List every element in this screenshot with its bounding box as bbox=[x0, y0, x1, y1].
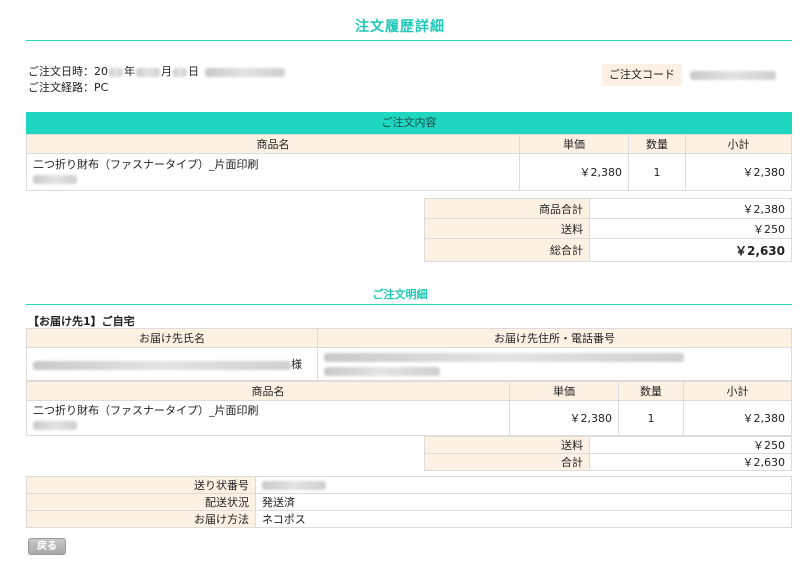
shipping-row: 送料 ￥250 bbox=[424, 436, 792, 454]
redacted-text bbox=[262, 481, 326, 490]
total-value: ￥2,630 bbox=[589, 453, 792, 471]
total-row: 合計 ￥2,630 bbox=[424, 453, 792, 471]
order-items-table: 商品名 単価 数量 小計 二つ折り財布（ファスナータイプ）_片面印刷 ￥2,38… bbox=[26, 134, 792, 191]
detail-divider bbox=[26, 304, 792, 305]
destination-label: 【お届け先1】ご自宅 bbox=[28, 315, 135, 328]
col-quantity: 数量 bbox=[618, 381, 684, 401]
goods-total-row: 商品合計 ￥2,380 bbox=[424, 198, 792, 219]
title-divider bbox=[26, 40, 792, 41]
shipping-label: 送料 bbox=[424, 436, 590, 454]
month-label: 月 bbox=[161, 65, 172, 78]
col-unit-price: 単価 bbox=[519, 134, 629, 154]
unit-price: ￥2,380 bbox=[509, 400, 619, 436]
col-recipient-name: お届け先氏名 bbox=[26, 328, 318, 348]
goods-total-label: 商品合計 bbox=[424, 198, 590, 219]
order-date: ご注文日時：20 年 月 日 bbox=[28, 64, 285, 80]
table-row: 二つ折り財布（ファスナータイプ）_片面印刷 ￥2,380 1 ￥2,380 bbox=[26, 400, 792, 436]
status-label: 配送状況 bbox=[26, 493, 256, 511]
col-quantity: 数量 bbox=[628, 134, 686, 154]
redacted-text bbox=[205, 67, 285, 77]
order-contents-header: ご注文内容 bbox=[26, 112, 792, 134]
order-meta: ご注文日時：20 年 月 日 ご注文経路：PC bbox=[28, 64, 285, 96]
order-route: ご注文経路：PC bbox=[28, 81, 109, 94]
shipping-row: 送料 ￥250 bbox=[424, 218, 792, 239]
order-code-label: ご注文コード bbox=[602, 64, 682, 86]
status-row: 配送状況 発送済 bbox=[26, 493, 792, 511]
year-label: 年 bbox=[124, 65, 135, 78]
goods-total-value: ￥2,380 bbox=[589, 198, 792, 219]
col-recipient-address: お届け先住所・電話番号 bbox=[317, 328, 792, 348]
unit-price: ￥2,380 bbox=[519, 153, 629, 191]
subtotal: ￥2,380 bbox=[683, 400, 792, 436]
redacted-text bbox=[109, 67, 123, 77]
grand-total-row: 総合計 ￥2,630 bbox=[424, 238, 792, 262]
redacted-text bbox=[33, 420, 77, 430]
order-date-label: ご注文日時：20 bbox=[28, 65, 108, 78]
redacted-text bbox=[33, 174, 77, 184]
col-unit-price: 単価 bbox=[509, 381, 619, 401]
status-value: 発送済 bbox=[255, 493, 792, 511]
method-value: ネコポス bbox=[255, 510, 792, 528]
shipping-value: ￥250 bbox=[589, 436, 792, 454]
order-totals-table: 商品合計 ￥2,380 送料 ￥250 総合計 ￥2,630 bbox=[424, 198, 792, 262]
honorific: 様 bbox=[291, 358, 302, 371]
destination-table: お届け先氏名 お届け先住所・電話番号 様 bbox=[26, 328, 792, 381]
tracking-label: 送り状番号 bbox=[26, 476, 256, 494]
table-row: 様 bbox=[26, 347, 792, 381]
redacted-text bbox=[173, 67, 187, 77]
product-name: 二つ折り財布（ファスナータイプ）_片面印刷 bbox=[33, 404, 259, 417]
subtotal: ￥2,380 bbox=[685, 153, 792, 191]
method-label: お届け方法 bbox=[26, 510, 256, 528]
back-button[interactable]: 戻る bbox=[28, 538, 66, 555]
quantity: 1 bbox=[618, 400, 684, 436]
order-code-value bbox=[682, 64, 792, 86]
shipping-info-table: 送り状番号 配送状況 発送済 お届け方法 ネコポス bbox=[26, 476, 792, 528]
redacted-text bbox=[136, 67, 160, 77]
col-product-name: 商品名 bbox=[26, 134, 520, 154]
recipient-name: 様 bbox=[26, 347, 318, 381]
product-name: 二つ折り財布（ファスナータイプ）_片面印刷 bbox=[33, 158, 259, 171]
col-subtotal: 小計 bbox=[685, 134, 792, 154]
redacted-text bbox=[324, 352, 684, 362]
order-code: ご注文コード bbox=[602, 64, 792, 86]
method-row: お届け方法 ネコポス bbox=[26, 510, 792, 528]
col-subtotal: 小計 bbox=[683, 381, 792, 401]
tracking-number bbox=[255, 476, 792, 494]
table-header-row: お届け先氏名 お届け先住所・電話番号 bbox=[26, 328, 792, 348]
recipient-address bbox=[317, 347, 792, 381]
order-detail-title: ご注文明細 bbox=[372, 288, 428, 301]
table-header-row: 商品名 単価 数量 小計 bbox=[26, 381, 792, 401]
product-name-cell: 二つ折り財布（ファスナータイプ）_片面印刷 bbox=[26, 400, 510, 436]
redacted-text bbox=[33, 360, 291, 370]
product-name-cell: 二つ折り財布（ファスナータイプ）_片面印刷 bbox=[26, 153, 520, 191]
total-label: 合計 bbox=[424, 453, 590, 471]
tracking-row: 送り状番号 bbox=[26, 476, 792, 494]
redacted-text bbox=[324, 366, 440, 376]
day-label: 日 bbox=[188, 65, 199, 78]
detail-totals-table: 送料 ￥250 合計 ￥2,630 bbox=[424, 436, 792, 471]
grand-total-label: 総合計 bbox=[424, 238, 590, 262]
quantity: 1 bbox=[628, 153, 686, 191]
grand-total-value: ￥2,630 bbox=[589, 238, 792, 262]
shipping-label: 送料 bbox=[424, 218, 590, 239]
page-title: 注文履歴詳細 bbox=[355, 19, 445, 35]
col-product-name: 商品名 bbox=[26, 381, 510, 401]
detail-items-table: 商品名 単価 数量 小計 二つ折り財布（ファスナータイプ）_片面印刷 ￥2,38… bbox=[26, 381, 792, 436]
table-row: 二つ折り財布（ファスナータイプ）_片面印刷 ￥2,380 1 ￥2,380 bbox=[26, 153, 792, 191]
shipping-value: ￥250 bbox=[589, 218, 792, 239]
table-header-row: 商品名 単価 数量 小計 bbox=[26, 134, 792, 154]
